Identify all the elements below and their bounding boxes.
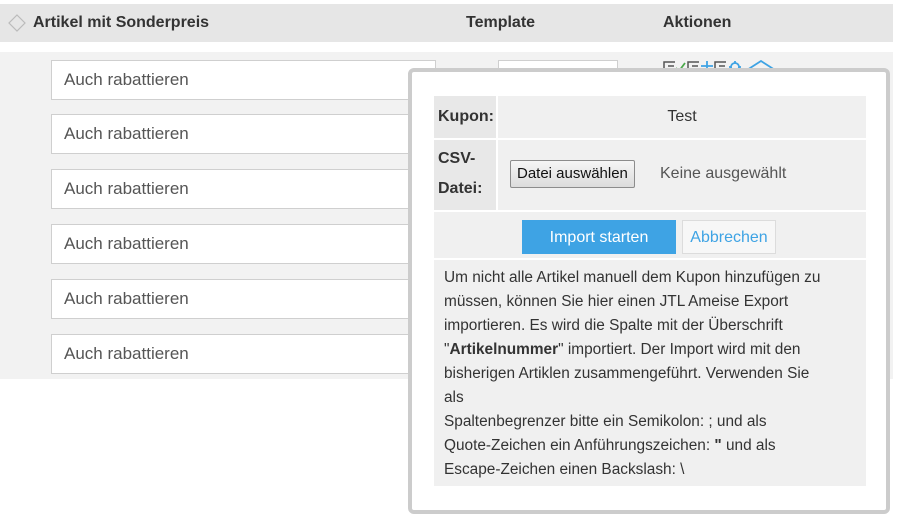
discount-input[interactable]: Auch rabattieren — [51, 60, 436, 100]
csv-label-line1: CSV- — [438, 150, 476, 167]
description-line: Um nicht alle Artikel manuell dem Kupon … — [444, 269, 821, 286]
description-text: und als — [721, 437, 776, 454]
description-line: Spaltenbegrenzer bitte ein Semikolon: ; … — [444, 413, 767, 430]
button-row: Import starten Abbrechen — [434, 212, 866, 258]
sort-icon[interactable] — [8, 14, 26, 32]
discount-input[interactable]: Auch rabattieren — [51, 334, 436, 374]
description-line: "Artikelnummer" importiert. Der Import w… — [444, 338, 866, 362]
description-line: müssen, können Sie hier einen JTL Ameise… — [444, 293, 789, 310]
column-header-artikel[interactable]: Artikel mit Sonderpreis — [33, 4, 209, 42]
column-header-aktionen: Aktionen — [663, 14, 732, 31]
table-header: Artikel mit Sonderpreis Template Aktione… — [0, 4, 893, 42]
description-text: " importiert. Der Import wird mit den — [558, 341, 801, 358]
column-header-template: Template — [466, 14, 536, 31]
import-dialog: Kupon: Test CSV- Datei: Datei auswählen … — [408, 68, 890, 514]
description-line: Escape-Zeichen einen Backslash: \ — [444, 461, 685, 478]
description-line: als — [444, 389, 464, 406]
csv-file-cell: Datei auswählen Keine ausgewählt — [498, 140, 866, 210]
cancel-button[interactable]: Abbrechen — [682, 220, 776, 254]
csv-label-line2: Datei: — [438, 180, 483, 197]
csv-file-label: CSV- Datei: — [434, 140, 496, 210]
import-description: Um nicht alle Artikel manuell dem Kupon … — [434, 260, 866, 486]
description-line: Quote-Zeichen ein Anführungszeichen: " u… — [444, 434, 866, 458]
discount-input[interactable]: Auch rabattieren — [51, 224, 436, 264]
description-bold: " — [714, 437, 722, 454]
file-status: Keine ausgewählt — [660, 165, 787, 182]
discount-input[interactable]: Auch rabattieren — [51, 169, 436, 209]
description-text: Quote-Zeichen ein Anführungszeichen: — [444, 437, 715, 454]
kupon-label: Kupon: — [434, 96, 496, 138]
description-line: bisherigen Artiklen zusammengeführt. Ver… — [444, 365, 810, 382]
import-start-button[interactable]: Import starten — [522, 220, 676, 254]
description-line: importieren. Es wird die Spalte mit der … — [444, 317, 783, 334]
choose-file-button[interactable]: Datei auswählen — [510, 160, 635, 188]
discount-input[interactable]: Auch rabattieren — [51, 279, 436, 319]
description-bold: Artikelnummer — [449, 341, 559, 358]
kupon-value: Test — [498, 96, 866, 138]
discount-input[interactable]: Auch rabattieren — [51, 114, 436, 154]
